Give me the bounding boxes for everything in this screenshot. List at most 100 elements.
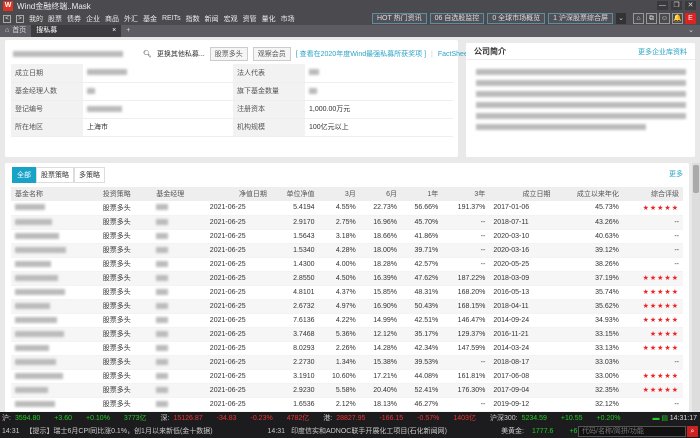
filter-tab[interactable]: 股票策略 [36,167,74,183]
column-header[interactable]: 基金经理 [152,187,206,201]
table-row[interactable]: 股票多头 2021-06-25 3.1910 10.60% 17.21% 44.08% 16… [11,369,683,384]
more-link[interactable]: 更多 [669,169,683,179]
table-row[interactable]: 股票多头 2021-06-25 1.5340 4.28% 18.00% 39.71% -- 2… [11,243,683,258]
fund-name-redacted[interactable] [11,313,99,328]
menu-item[interactable]: REITs [162,15,181,22]
fund-name-redacted[interactable] [11,369,99,384]
more-company-info-link[interactable]: 更多企业库资料 [638,47,687,57]
fund-name-redacted[interactable] [11,243,99,258]
restore-button[interactable]: ❐ [671,1,682,10]
filter-tab[interactable]: 全部 [12,167,36,183]
table-row[interactable]: 股票多头 2021-06-25 1.4300 4.00% 18.28% 42.57% -- 2… [11,257,683,272]
column-header[interactable]: 1年 [401,187,443,201]
table-row[interactable]: 股票多头 2021-06-25 2.6732 4.97% 16.90% 50.43% 168… [11,299,683,314]
menu-item[interactable]: 资管 [243,14,257,24]
table-row[interactable]: 股票多头 2021-06-25 1.5643 3.18% 18.66% 41.86% -- 2… [11,229,683,244]
column-header[interactable]: 成立日期 [489,187,555,201]
menu-item[interactable]: 基金 [143,14,157,24]
fund-name-redacted[interactable] [11,215,99,230]
tab-home[interactable]: ⌂ 首页 [0,25,31,37]
minimize-button[interactable]: — [657,1,668,10]
column-header[interactable]: 单位净值 [270,187,319,201]
info-value: 1,000.00万元 [305,100,453,119]
table-row[interactable]: 股票多头 2021-06-25 3.7468 5.36% 12.12% 35.17% 129… [11,327,683,342]
menu-item[interactable]: 指数 [186,14,200,24]
annualized-return-cell: 33.03% [554,355,623,370]
fund-name-redacted[interactable] [11,285,99,300]
annualized-return-cell: 37.19% [554,271,623,286]
hot-bar-item[interactable]: HOT 热门资讯 [371,13,427,24]
menu-item[interactable]: 债券 [67,14,81,24]
home-icon[interactable]: ⌂ [633,13,644,24]
tag-member[interactable]: 观察会员 [252,47,291,61]
return-6m-cell: 12.12% [359,327,402,342]
fund-name-redacted[interactable] [11,271,99,286]
search-icon[interactable]: 🔍︎ [143,50,152,58]
table-row[interactable]: 股票多头 2021-06-25 4.8101 4.37% 15.85% 48.31% 168… [11,285,683,300]
fund-name-redacted[interactable] [11,201,99,216]
rating-cell: ★★★★ [622,327,683,342]
fund-name-redacted[interactable] [11,397,99,412]
window-icon[interactable]: ⧉ [646,13,657,24]
fund-name-redacted[interactable] [11,229,99,244]
chevron-down-icon[interactable]: ⌄ [616,13,626,24]
column-header[interactable]: 3年 [442,187,490,201]
column-header[interactable]: 综合评级 [622,187,683,201]
table-row[interactable]: 股票多头 2021-06-25 8.0293 2.26% 14.28% 42.34% 147… [11,341,683,356]
column-header[interactable]: 基金名称 [11,187,99,201]
scrollbar[interactable] [692,163,700,412]
news-item[interactable]: 【提示】瑞士6月CPI同比涨0.1%，创1月以来新低(金十数据) [26,425,268,438]
table-row[interactable]: 股票多头 2021-06-25 7.6136 4.22% 14.99% 42.51% 146… [11,313,683,328]
menu-item[interactable]: 企业 [86,14,100,24]
chevron-down-icon[interactable]: ⌄ [688,25,700,37]
table-row[interactable]: 股票多头 2021-06-25 5.4194 4.55% 22.73% 56.66% 191… [11,201,683,216]
tag-stock-long[interactable]: 股票多头 [209,47,248,61]
menu-item[interactable]: 新闻 [205,14,219,24]
menu-item[interactable]: 量化 [262,14,276,24]
command-search-input[interactable]: 代码/名称/简拼/功能 [578,426,686,437]
add-tab-button[interactable]: + [121,25,135,37]
scrollbar-thumb[interactable] [693,165,699,193]
menu-item[interactable]: 宏观 [224,14,238,24]
column-header[interactable]: 投资策略 [98,187,153,201]
news-item[interactable]: 印度信实和ADNOC联手开展化工项目(石化新闻网) [291,425,491,438]
menu-item[interactable]: 市场 [281,14,295,24]
bell-icon[interactable]: 🔔 [672,13,683,24]
news-ticker[interactable]: 14:31 【提示】瑞士6月CPI同比涨0.1%，创1月以来新低(金十数据) 1… [0,425,700,438]
fund-name-redacted[interactable] [11,327,99,342]
manager-redacted [152,271,206,286]
column-header[interactable]: 6月 [359,187,402,201]
hot-bar-item[interactable]: 0 全球市场概览 [487,13,546,24]
table-row[interactable]: 股票多头 2021-06-25 1.6536 2.12% 18.13% 46.27% -- 2… [11,397,683,412]
search-button-icon[interactable]: ⌕ [687,426,698,437]
factsheet-link[interactable]: FactSheet [438,51,470,58]
tab-private-fund[interactable]: 搜私募 × [31,25,122,37]
table-row[interactable]: 股票多头 2021-06-25 2.2730 1.34% 15.38% 39.53% -- 2… [11,355,683,370]
menu-item[interactable]: 商品 [105,14,119,24]
chat-icon[interactable]: ☺ [659,13,670,24]
close-tab-icon[interactable]: × [112,25,116,37]
menu-item[interactable]: 外汇 [124,14,138,24]
close-button[interactable]: ✕ [685,1,696,10]
table-row[interactable]: 股票多头 2021-06-25 2.9230 5.58% 20.40% 52.41% 176… [11,383,683,398]
hot-bar-item[interactable]: 06 自选股监控 [429,13,485,24]
table-row[interactable]: 股票多头 2021-06-25 2.9170 2.75% 16.96% 45.70% -- 2… [11,215,683,230]
back-icon[interactable]: < [3,14,11,23]
filter-tab[interactable]: 多策略 [74,167,105,183]
profile-icon[interactable]: E [685,13,696,24]
forward-icon[interactable]: > [16,14,24,23]
switch-fund-link[interactable]: 更换其他私募... [157,49,205,59]
fund-name-redacted[interactable] [11,341,99,356]
column-header[interactable]: 3月 [318,187,360,201]
column-header[interactable]: 净值日期 [205,187,271,201]
fund-name-redacted[interactable] [11,355,99,370]
table-row[interactable]: 股票多头 2021-06-25 2.8550 4.50% 16.39% 47.62% 187… [11,271,683,286]
fund-name-redacted[interactable] [11,299,99,314]
award-link[interactable]: [ 查看在2020年度Wind最强私募所获奖项 ] [296,49,426,59]
menu-item[interactable]: 股票 [48,14,62,24]
fund-name-redacted[interactable] [11,257,99,272]
menu-item[interactable]: 我的 [29,14,43,24]
column-header[interactable]: 成立以来年化 [554,187,623,201]
fund-name-redacted[interactable] [11,383,99,398]
hot-bar-item[interactable]: 1 沪深股票综合屏 [548,13,613,24]
